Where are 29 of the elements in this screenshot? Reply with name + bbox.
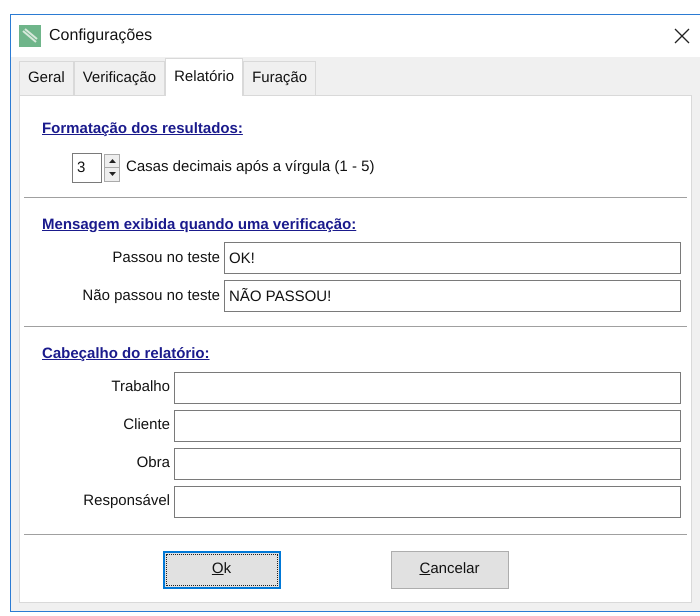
number-field[interactable]: 3: [72, 152, 102, 182]
input-field[interactable]: [174, 372, 681, 404]
field-label: Passou no teste: [111, 248, 220, 268]
section-heading: Formatação dos resultados:: [42, 119, 243, 139]
input-field[interactable]: [174, 448, 681, 480]
close-icon[interactable]: [674, 28, 690, 44]
field-label: Obra: [136, 453, 170, 474]
tab[interactable]: Relatório: [165, 58, 244, 96]
tab[interactable]: Verificação: [74, 61, 166, 95]
dialog-button[interactable]: Ok: [162, 550, 280, 588]
field-label: Responsável: [82, 491, 170, 512]
up-arrow-icon: [108, 158, 116, 163]
field-label: Cliente: [122, 415, 170, 436]
section-heading: Mensagem exibida quando uma verificação:: [42, 214, 356, 234]
input-field[interactable]: [174, 486, 681, 518]
input-field[interactable]: NÃO PASSOU!: [224, 280, 681, 312]
field-label: Trabalho: [110, 377, 170, 398]
field-label: Não passou no teste: [81, 286, 220, 306]
input-field[interactable]: [174, 410, 681, 442]
tab[interactable]: Geral: [19, 61, 74, 95]
input-field[interactable]: OK!: [224, 242, 681, 274]
tab[interactable]: Furação: [243, 61, 316, 95]
field-label: Casas decimais após a vírgula (1 - 5): [126, 157, 374, 178]
window-title: Configurações: [49, 26, 154, 46]
dialog-button[interactable]: Cancelar: [390, 550, 508, 588]
section-heading: Cabeçalho do relatório:: [42, 344, 210, 364]
app-icon: [19, 25, 41, 47]
down-arrow-icon: [108, 172, 116, 176]
spin-buttons[interactable]: [104, 154, 120, 182]
